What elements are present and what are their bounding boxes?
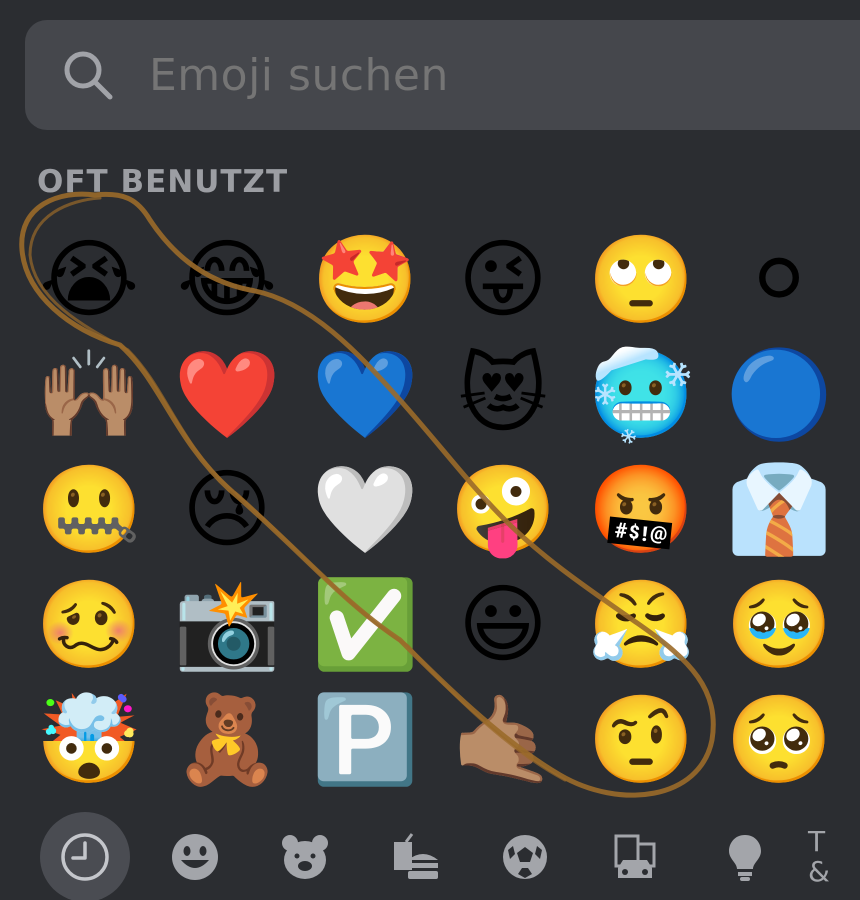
emoji-face-with-rolling-eyes[interactable]: 🙄	[572, 222, 710, 337]
emoji-pleading-face[interactable]: 🥺	[710, 682, 848, 797]
category-objects[interactable]	[700, 812, 790, 900]
category-activity[interactable]	[480, 812, 570, 900]
emoji-face-holding-back-tears[interactable]: 🥹	[710, 567, 848, 682]
emoji-face-with-raised-eyebrow[interactable]: 🤨	[572, 682, 710, 797]
emoji-winking-face-with-tongue[interactable]: 😜	[434, 222, 572, 337]
emoji-raising-hands[interactable]: 🙌🏽	[20, 337, 158, 452]
emoji-check-mark-button[interactable]: ✅	[296, 567, 434, 682]
search-input[interactable]	[147, 48, 751, 102]
search-bar[interactable]	[25, 20, 860, 130]
emoji-zany-face[interactable]: 🤪	[434, 452, 572, 567]
emoji-blue-heart[interactable]: 💙	[296, 337, 434, 452]
emoji-blue-circle[interactable]: 🔵	[710, 337, 848, 452]
section-title: OFT BENUTZT	[37, 164, 289, 200]
category-smileys[interactable]	[150, 812, 240, 900]
emoji-camera-with-flash[interactable]: 📸	[158, 567, 296, 682]
lightbulb-icon	[725, 832, 765, 882]
category-bar: T &	[0, 812, 860, 900]
emoji-face-with-tears-of-joy[interactable]: 😂	[158, 222, 296, 337]
emoji-face-with-steam-from-nose[interactable]: 😤	[572, 567, 710, 682]
emoji-teddy-bear[interactable]: 🧸	[158, 682, 296, 797]
clock-icon	[59, 831, 111, 883]
emoji-grid: 😭 😂 🤩 😜 🙄 ⚪ 🙌🏽 ❤️ 💙 😻 🥶 🔵 🤐 😢 🤍 🤪 🤬 👔 🥴 📸 ✅ 😃 😤 🥹 🤯 🧸 🅿️ 🤙🏽 🤨 🥺	[20, 222, 860, 797]
category-food[interactable]	[370, 812, 460, 900]
emoji-smiling-cat-with-heart-eyes[interactable]: 😻	[434, 337, 572, 452]
symbols-icon: T &	[808, 825, 830, 888]
food-icon	[390, 832, 440, 882]
emoji-grinning-face-with-big-eyes[interactable]: 😃	[434, 567, 572, 682]
emoji-call-me-hand[interactable]: 🤙🏽	[434, 682, 572, 797]
emoji-necktie[interactable]: 👔	[710, 452, 848, 567]
category-travel[interactable]	[590, 812, 680, 900]
emoji-woozy-face[interactable]: 🥴	[20, 567, 158, 682]
bear-icon	[279, 833, 331, 881]
category-symbols[interactable]: T &	[808, 812, 860, 900]
smiley-icon	[170, 832, 220, 882]
soccer-ball-icon	[500, 832, 550, 882]
emoji-white-heart[interactable]: 🤍	[296, 452, 434, 567]
car-building-icon	[610, 832, 660, 882]
emoji-p-button[interactable]: 🅿️	[296, 682, 434, 797]
category-recent[interactable]	[40, 812, 130, 900]
emoji-star-struck[interactable]: 🤩	[296, 222, 434, 337]
emoji-exploding-head[interactable]: 🤯	[20, 682, 158, 797]
emoji-crying-face[interactable]: 😢	[158, 452, 296, 567]
emoji-zipper-mouth-face[interactable]: 🤐	[20, 452, 158, 567]
search-icon	[61, 48, 115, 102]
emoji-white-circle[interactable]: ⚪	[710, 222, 848, 337]
emoji-red-heart[interactable]: ❤️	[158, 337, 296, 452]
category-animals[interactable]	[260, 812, 350, 900]
emoji-keyboard: OFT BENUTZT 😭😂🤩😜🙄⚪ 🙌🏽❤️💙😻🥶🔵 🤐😢🤍🤪🤬👔 🥴📸✅😃😤🥹 🤯🧸…	[0, 0, 860, 900]
emoji-face-with-symbols-on-mouth[interactable]: 🤬	[572, 452, 710, 567]
emoji-cold-face[interactable]: 🥶	[572, 337, 710, 452]
emoji-loudly-crying-face[interactable]: 😭	[20, 222, 158, 337]
